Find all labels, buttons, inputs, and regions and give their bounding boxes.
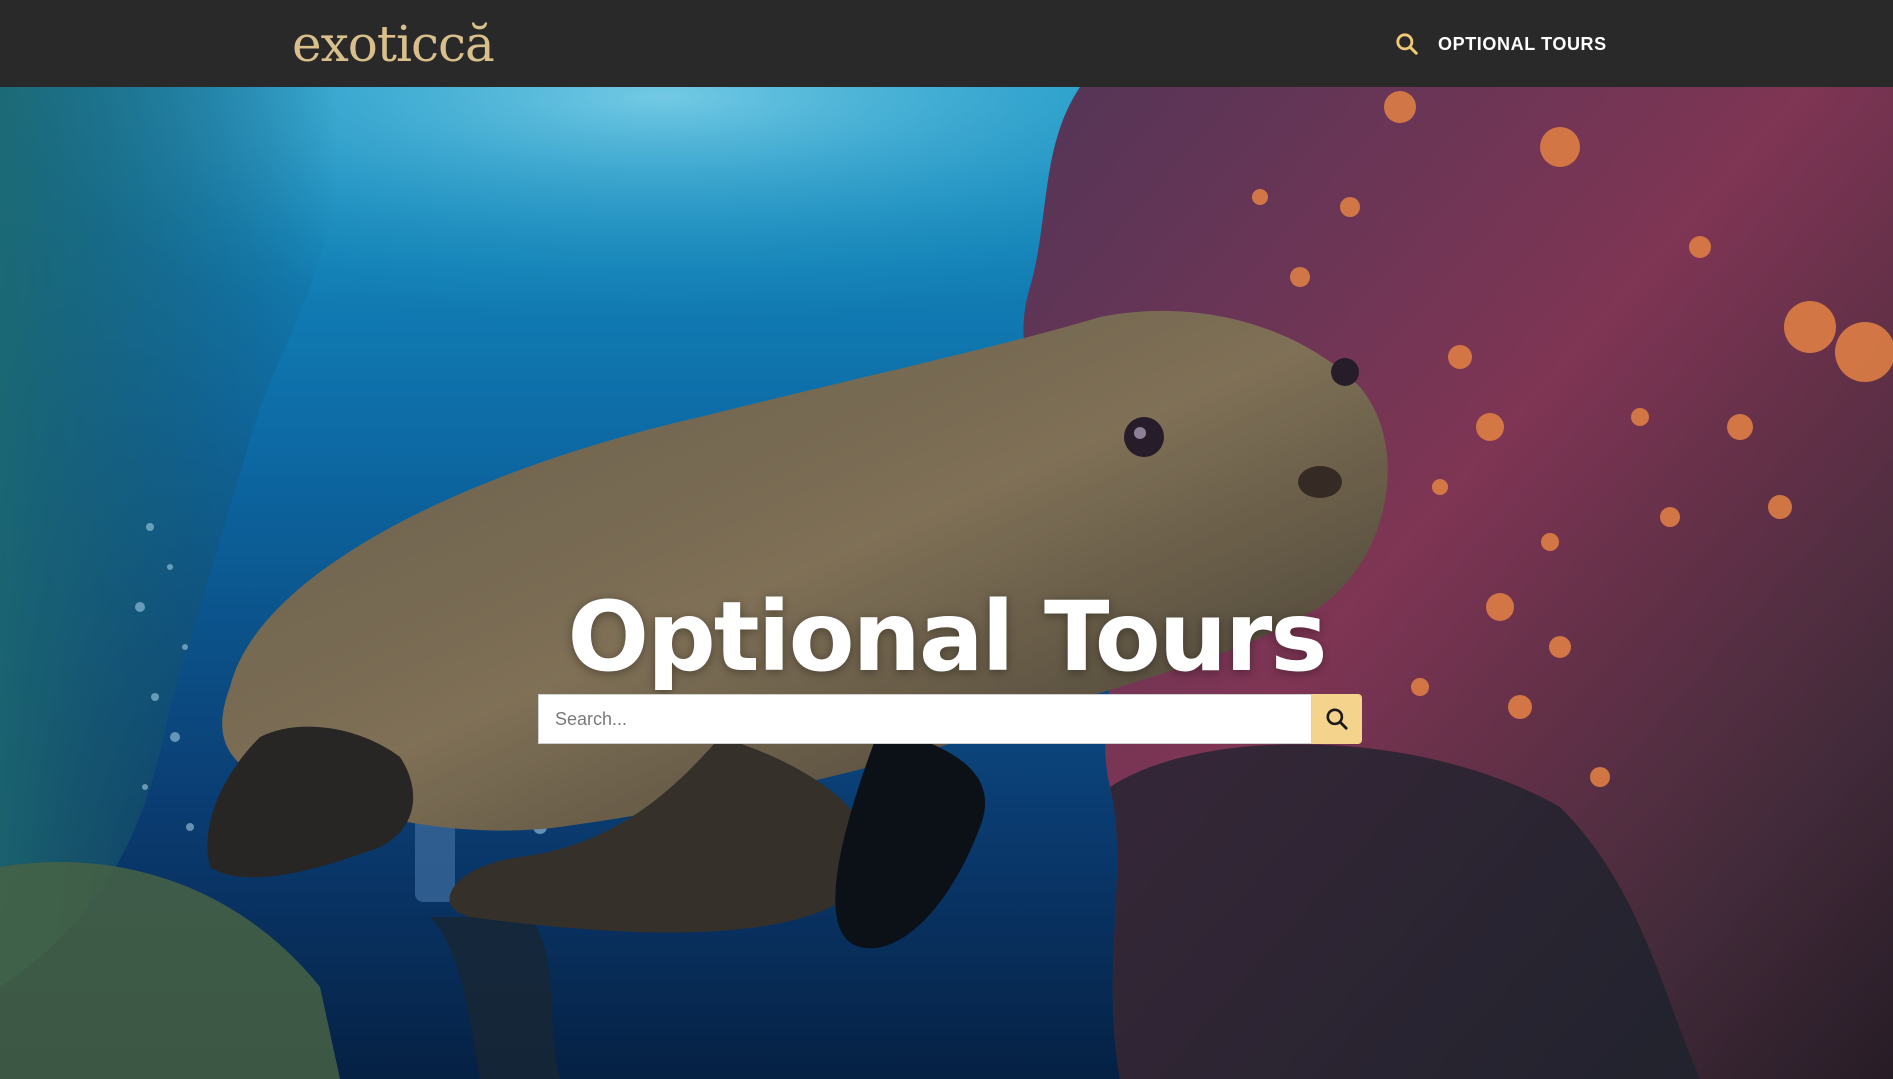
search-icon[interactable]	[1394, 31, 1420, 57]
search-icon	[1326, 708, 1348, 730]
nav-link-optional-tours[interactable]: OPTIONAL TOURS	[1438, 34, 1607, 55]
search-input[interactable]	[538, 694, 1312, 744]
site-header: exoticcă OPTIONAL TOURS	[0, 0, 1893, 87]
search-button[interactable]	[1312, 694, 1362, 744]
page-title: Optional Tours	[567, 581, 1327, 694]
exoticca-logo[interactable]: exoticcă	[292, 14, 495, 74]
hero-search-form	[538, 694, 1362, 744]
hero-section: Optional Tours	[0, 87, 1893, 1079]
top-nav: OPTIONAL TOURS	[1394, 28, 1607, 60]
